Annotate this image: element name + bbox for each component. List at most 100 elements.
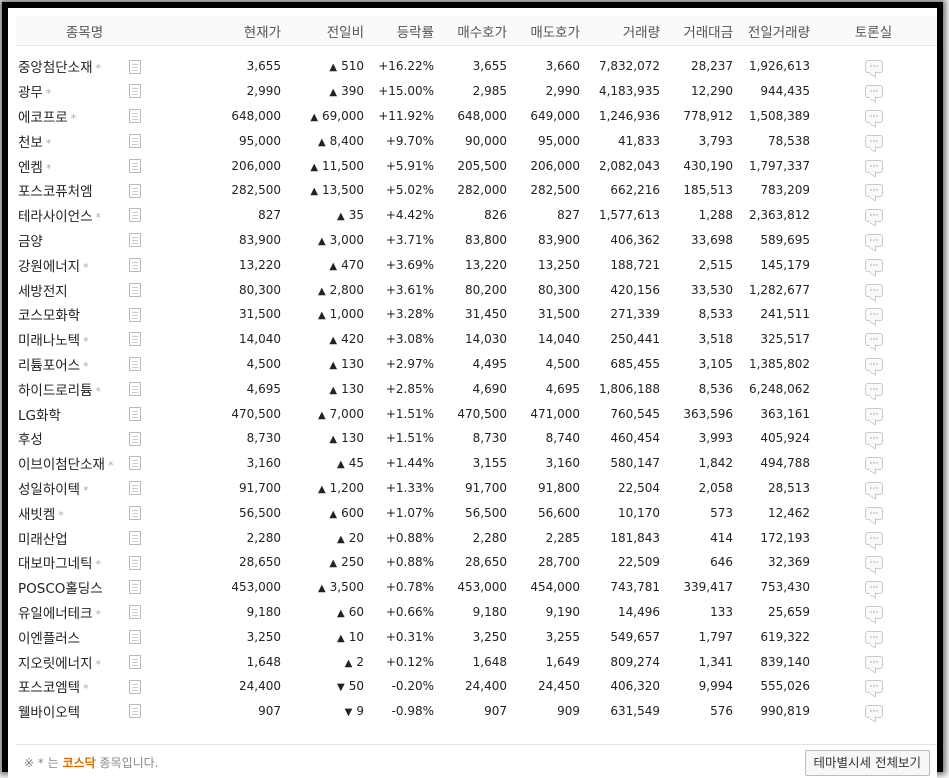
view-all-themes-button[interactable]: 테마별시세 전체보기 — [804, 750, 930, 776]
speech-bubble-icon[interactable] — [864, 60, 883, 74]
document-icon[interactable] — [129, 555, 141, 570]
stock-name-link[interactable]: 코스모화학 — [18, 308, 80, 324]
speech-bubble-icon[interactable] — [864, 680, 883, 694]
speech-bubble-icon[interactable] — [864, 134, 883, 148]
stock-name-link[interactable]: 미래나노텍 — [18, 333, 80, 349]
document-icon[interactable] — [129, 258, 141, 273]
stock-name-cell[interactable]: 새빗켐 * — [16, 500, 129, 525]
stock-name-cell[interactable]: POSCO홀딩스 — [16, 575, 129, 600]
speech-bubble-icon[interactable] — [864, 481, 883, 495]
stock-name-link[interactable]: 유일에너테크 — [18, 606, 93, 622]
document-icon[interactable] — [129, 679, 141, 694]
stock-name-cell[interactable]: 이브이첨단소재 * — [16, 451, 129, 476]
speech-bubble-icon[interactable] — [864, 407, 883, 421]
stock-name-link[interactable]: POSCO홀딩스 — [18, 581, 103, 597]
document-icon[interactable] — [129, 605, 141, 620]
stock-name-link[interactable]: 새빗켐 — [18, 507, 55, 523]
document-icon[interactable] — [129, 109, 141, 124]
stock-name-cell[interactable]: 금양 — [16, 228, 129, 253]
speech-bubble-icon[interactable] — [864, 506, 883, 520]
stock-name-link[interactable]: 대보마그네틱 — [18, 556, 93, 572]
stock-name-cell[interactable]: 유일에너테크 * — [16, 600, 129, 625]
stock-name-link[interactable]: 미래산업 — [18, 532, 68, 548]
document-icon[interactable] — [129, 505, 141, 520]
stock-name-link[interactable]: 이엔플러스 — [18, 631, 80, 647]
speech-bubble-icon[interactable] — [864, 457, 883, 471]
stock-name-link[interactable]: 웰바이오텍 — [18, 705, 80, 721]
stock-name-link[interactable]: 금양 — [18, 234, 43, 250]
stock-name-link[interactable]: 성일하이텍 — [18, 482, 80, 498]
speech-bubble-icon[interactable] — [864, 531, 883, 545]
document-icon[interactable] — [129, 158, 141, 173]
document-icon[interactable] — [129, 233, 141, 248]
stock-name-cell[interactable]: 대보마그네틱 * — [16, 550, 129, 575]
stock-name-link[interactable]: 에코프로 — [18, 110, 68, 126]
stock-name-cell[interactable]: 포스코엠텍 * — [16, 674, 129, 699]
document-icon[interactable] — [129, 629, 141, 644]
stock-name-link[interactable]: 엔켐 — [18, 160, 43, 176]
stock-name-link[interactable]: LG화학 — [18, 408, 61, 424]
stock-name-cell[interactable]: 후성 — [16, 426, 129, 451]
document-icon[interactable] — [129, 134, 141, 149]
stock-name-cell[interactable]: 중앙첨단소재 * — [16, 54, 129, 79]
stock-name-cell[interactable]: 광무 * — [16, 79, 129, 104]
document-icon[interactable] — [129, 382, 141, 396]
speech-bubble-icon[interactable] — [864, 605, 883, 619]
speech-bubble-icon[interactable] — [864, 333, 883, 347]
stock-name-cell[interactable]: 미래산업 — [16, 525, 129, 550]
speech-bubble-icon[interactable] — [864, 209, 883, 223]
stock-name-cell[interactable]: 세방전지 — [16, 277, 129, 302]
document-icon[interactable] — [129, 59, 141, 74]
document-icon[interactable] — [129, 307, 141, 322]
speech-bubble-icon[interactable] — [864, 357, 883, 371]
stock-name-cell[interactable]: 코스모화학 — [16, 302, 129, 327]
document-icon[interactable] — [129, 282, 141, 297]
document-icon[interactable] — [129, 332, 141, 347]
document-icon[interactable] — [129, 431, 141, 446]
speech-bubble-icon[interactable] — [864, 556, 883, 570]
stock-name-cell[interactable]: 이엔플러스 — [16, 624, 129, 649]
speech-bubble-icon[interactable] — [864, 233, 883, 247]
stock-name-link[interactable]: 중앙첨단소재 — [18, 60, 93, 76]
speech-bubble-icon[interactable] — [864, 258, 883, 272]
speech-bubble-icon[interactable] — [864, 655, 883, 669]
stock-name-link[interactable]: 포스코엠텍 — [18, 680, 80, 696]
speech-bubble-icon[interactable] — [864, 109, 883, 123]
document-icon[interactable] — [129, 208, 141, 223]
stock-name-link[interactable]: 이브이첨단소재 — [18, 457, 105, 473]
speech-bubble-icon[interactable] — [864, 159, 883, 173]
speech-bubble-icon[interactable] — [864, 432, 883, 446]
stock-name-link[interactable]: 천보 — [18, 135, 43, 151]
stock-name-cell[interactable]: 강원에너지 * — [16, 252, 129, 277]
speech-bubble-icon[interactable] — [864, 85, 883, 99]
stock-name-cell[interactable]: 성일하이텍 * — [16, 476, 129, 501]
document-icon[interactable] — [129, 654, 141, 669]
stock-name-cell[interactable]: 포스코퓨처엠 — [16, 178, 129, 203]
stock-name-link[interactable]: 리튬포어스 — [18, 358, 80, 374]
stock-name-link[interactable]: 세방전지 — [18, 284, 68, 300]
document-icon[interactable] — [129, 580, 141, 595]
stock-name-cell[interactable]: 테라사이언스 * — [16, 203, 129, 228]
stock-name-cell[interactable]: 웰바이오텍 — [16, 699, 129, 724]
stock-name-link[interactable]: 테라사이언스 — [18, 209, 93, 225]
document-icon[interactable] — [129, 84, 141, 99]
document-icon[interactable] — [129, 406, 141, 421]
stock-name-link[interactable]: 강원에너지 — [18, 259, 80, 275]
speech-bubble-icon[interactable] — [864, 630, 883, 644]
speech-bubble-icon[interactable] — [864, 283, 883, 297]
stock-name-cell[interactable]: 리튬포어스 * — [16, 352, 129, 377]
stock-name-link[interactable]: 후성 — [18, 432, 43, 448]
stock-name-link[interactable]: 포스코퓨처엠 — [18, 184, 93, 200]
speech-bubble-icon[interactable] — [864, 581, 883, 595]
stock-name-cell[interactable]: 엔켐 * — [16, 153, 129, 178]
document-icon[interactable] — [129, 704, 141, 719]
speech-bubble-icon[interactable] — [864, 308, 883, 322]
stock-name-cell[interactable]: 하이드로리튬 * — [16, 376, 129, 401]
stock-name-cell[interactable]: 천보 * — [16, 128, 129, 153]
speech-bubble-icon[interactable] — [864, 184, 883, 198]
stock-name-cell[interactable]: 에코프로 * — [16, 104, 129, 129]
stock-name-cell[interactable]: LG화학 — [16, 401, 129, 426]
document-icon[interactable] — [129, 456, 141, 471]
speech-bubble-icon[interactable] — [864, 382, 883, 396]
stock-name-link[interactable]: 광무 — [18, 85, 43, 101]
